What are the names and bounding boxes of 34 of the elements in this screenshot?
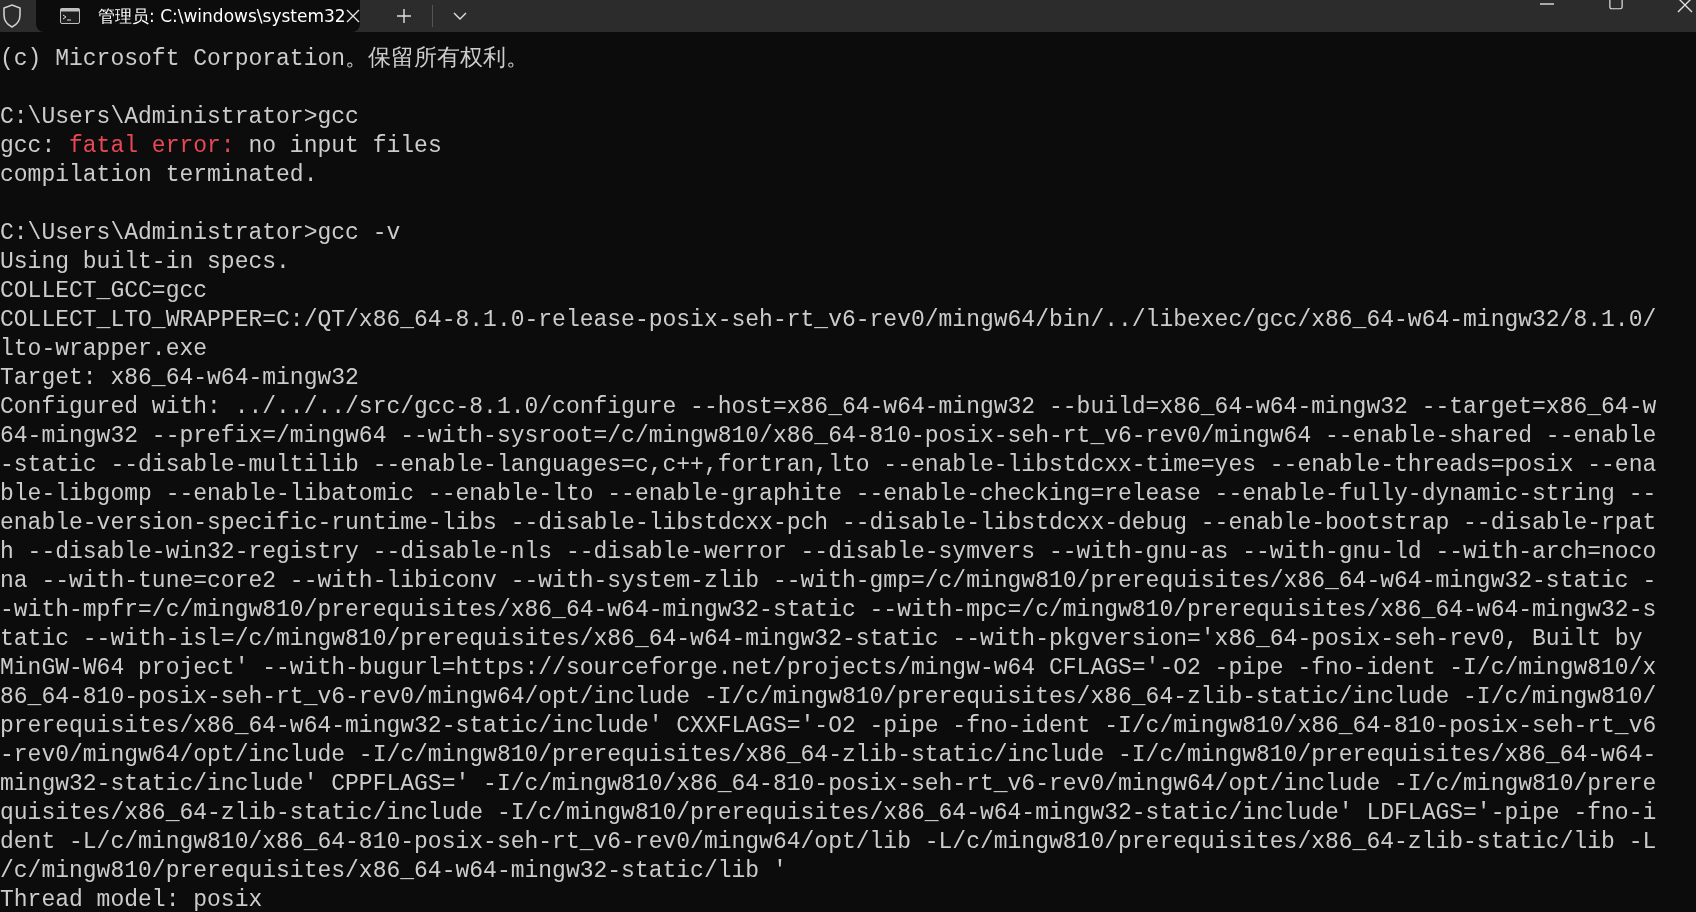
terminal-line: 64-mingw32 --prefix=/mingw64 --with-sysroot=/c/mingw810/x86_64-810-posix-seh-rt_v6-rev0/mingw64 --enable-shared --enable bbox=[0, 422, 1658, 451]
terminal-line: COLLECT_LTO_WRAPPER=C:/QT/x86_64-8.1.0-release-posix-seh-rt_v6-rev0/mingw64/bin/../libexec/gcc/x86_64-w64-mingw32/8.1.0/ bbox=[0, 306, 1658, 335]
terminal-icon bbox=[60, 8, 80, 24]
terminal-line: Target: x86_64-w64-mingw32 bbox=[0, 364, 360, 393]
terminal-line: Thread model: posix bbox=[0, 886, 264, 912]
terminal-line: /c/mingw810/prerequisites/x86_64-w64-mingw32-static/lib ' bbox=[0, 857, 788, 886]
terminal-line: prerequisites/x86_64-w64-mingw32-static/include' CXXFLAGS='-O2 -pipe -fno-ident -I/c/mingw810/x86_64-810-posix-seh-rt_v6 bbox=[0, 712, 1658, 741]
chevron-down-icon[interactable] bbox=[453, 12, 467, 20]
terminal-line: tatic --with-isl=/c/mingw810/prerequisites/x86_64-w64-mingw32-static --with-pkgversion='x86_64-posix-seh-rev0, Built by bbox=[0, 625, 1644, 654]
terminal-line: ble-libgomp --enable-libatomic --enable-lto --enable-graphite --enable-checking=release --enable-fully-dynamic-string -- bbox=[0, 480, 1658, 509]
terminal-line: COLLECT_GCC=gcc bbox=[0, 277, 209, 306]
terminal-line: na --with-tune=core2 --with-libiconv --with-system-zlib --with-gmp=/c/mingw810/prerequisites/x86_64-w64-mingw32-static - bbox=[0, 567, 1658, 596]
terminal-line: -static --disable-multilib --enable-languages=c,c++,fortran,lto --enable-libstdcxx-time=yes --enable-threads=posix --ena bbox=[0, 451, 1658, 480]
terminal-line: Configured with: ../../../src/gcc-8.1.0/configure --host=x86_64-w64-mingw32 --build=x86_64-w64-mingw32 --target=x86_64-w bbox=[0, 393, 1658, 422]
terminal-line: 86_64-810-posix-seh-rt_v6-rev0/mingw64/opt/include -I/c/mingw810/prerequisites/x86_64-zlib-static/include -I/c/mingw810/ bbox=[0, 683, 1658, 712]
terminal-line: dent -L/c/mingw810/x86_64-810-posix-seh-rt_v6-rev0/mingw64/opt/lib -L/c/mingw810/prerequisites/x86_64-zlib-static/lib -L bbox=[0, 828, 1658, 857]
terminal-line: enable-version-specific-runtime-libs --disable-libstdcxx-pch --disable-libstdcxx-debug --enable-bootstrap --disable-rpat bbox=[0, 509, 1658, 538]
plus-icon[interactable] bbox=[396, 8, 412, 24]
terminal-line: h --disable-win32-registry --disable-nls --disable-werror --disable-symvers --with-gnu-as --with-gnu-ld --with-arch=noco bbox=[0, 538, 1658, 567]
terminal-line: quisites/x86_64-zlib-static/include -I/c/mingw810/prerequisites/x86_64-w64-mingw32-static/include' LDFLAGS='-pipe -fno-i bbox=[0, 799, 1658, 828]
terminal-line: gcc: fatal error: no input files bbox=[0, 132, 443, 161]
terminal-tab[interactable]: 管理员: C:\windows\system32 bbox=[36, 0, 360, 32]
terminal-line: -with-mpfr=/c/mingw810/prerequisites/x86_64-w64-mingw32-static --with-mpc=/c/mingw810/prerequisites/x86_64-w64-mingw32-s bbox=[0, 596, 1658, 625]
terminal-line: Using built-in specs. bbox=[0, 248, 291, 277]
terminal-line: compilation terminated. bbox=[0, 161, 319, 190]
terminal-line: C:\Users\Administrator>gcc bbox=[0, 103, 360, 132]
shield-icon bbox=[2, 4, 22, 28]
terminal-line: (c) Microsoft Corporation。保留所有权利。 bbox=[0, 45, 531, 74]
close-icon[interactable] bbox=[345, 9, 360, 23]
terminal-line: C:\Users\Administrator>gcc -v bbox=[0, 219, 402, 248]
terminal-line: lto-wrapper.exe bbox=[0, 335, 209, 364]
terminal-line: mingw32-static/include' CPPFLAGS=' -I/c/mingw810/x86_64-810-posix-seh-rt_v6-rev0/mingw64/opt/include -I/c/mingw810/prere bbox=[0, 770, 1658, 799]
terminal-line: MinGW-W64 project' --with-bugurl=https://sourceforge.net/projects/mingw-w64 CFLAGS='-O2 -pipe -fno-ident -I/c/mingw810/x bbox=[0, 654, 1658, 683]
terminal-line: -rev0/mingw64/opt/include -I/c/mingw810/prerequisites/x86_64-zlib-static/include -I/c/mingw810/prerequisites/x86_64-w64- bbox=[0, 741, 1658, 770]
